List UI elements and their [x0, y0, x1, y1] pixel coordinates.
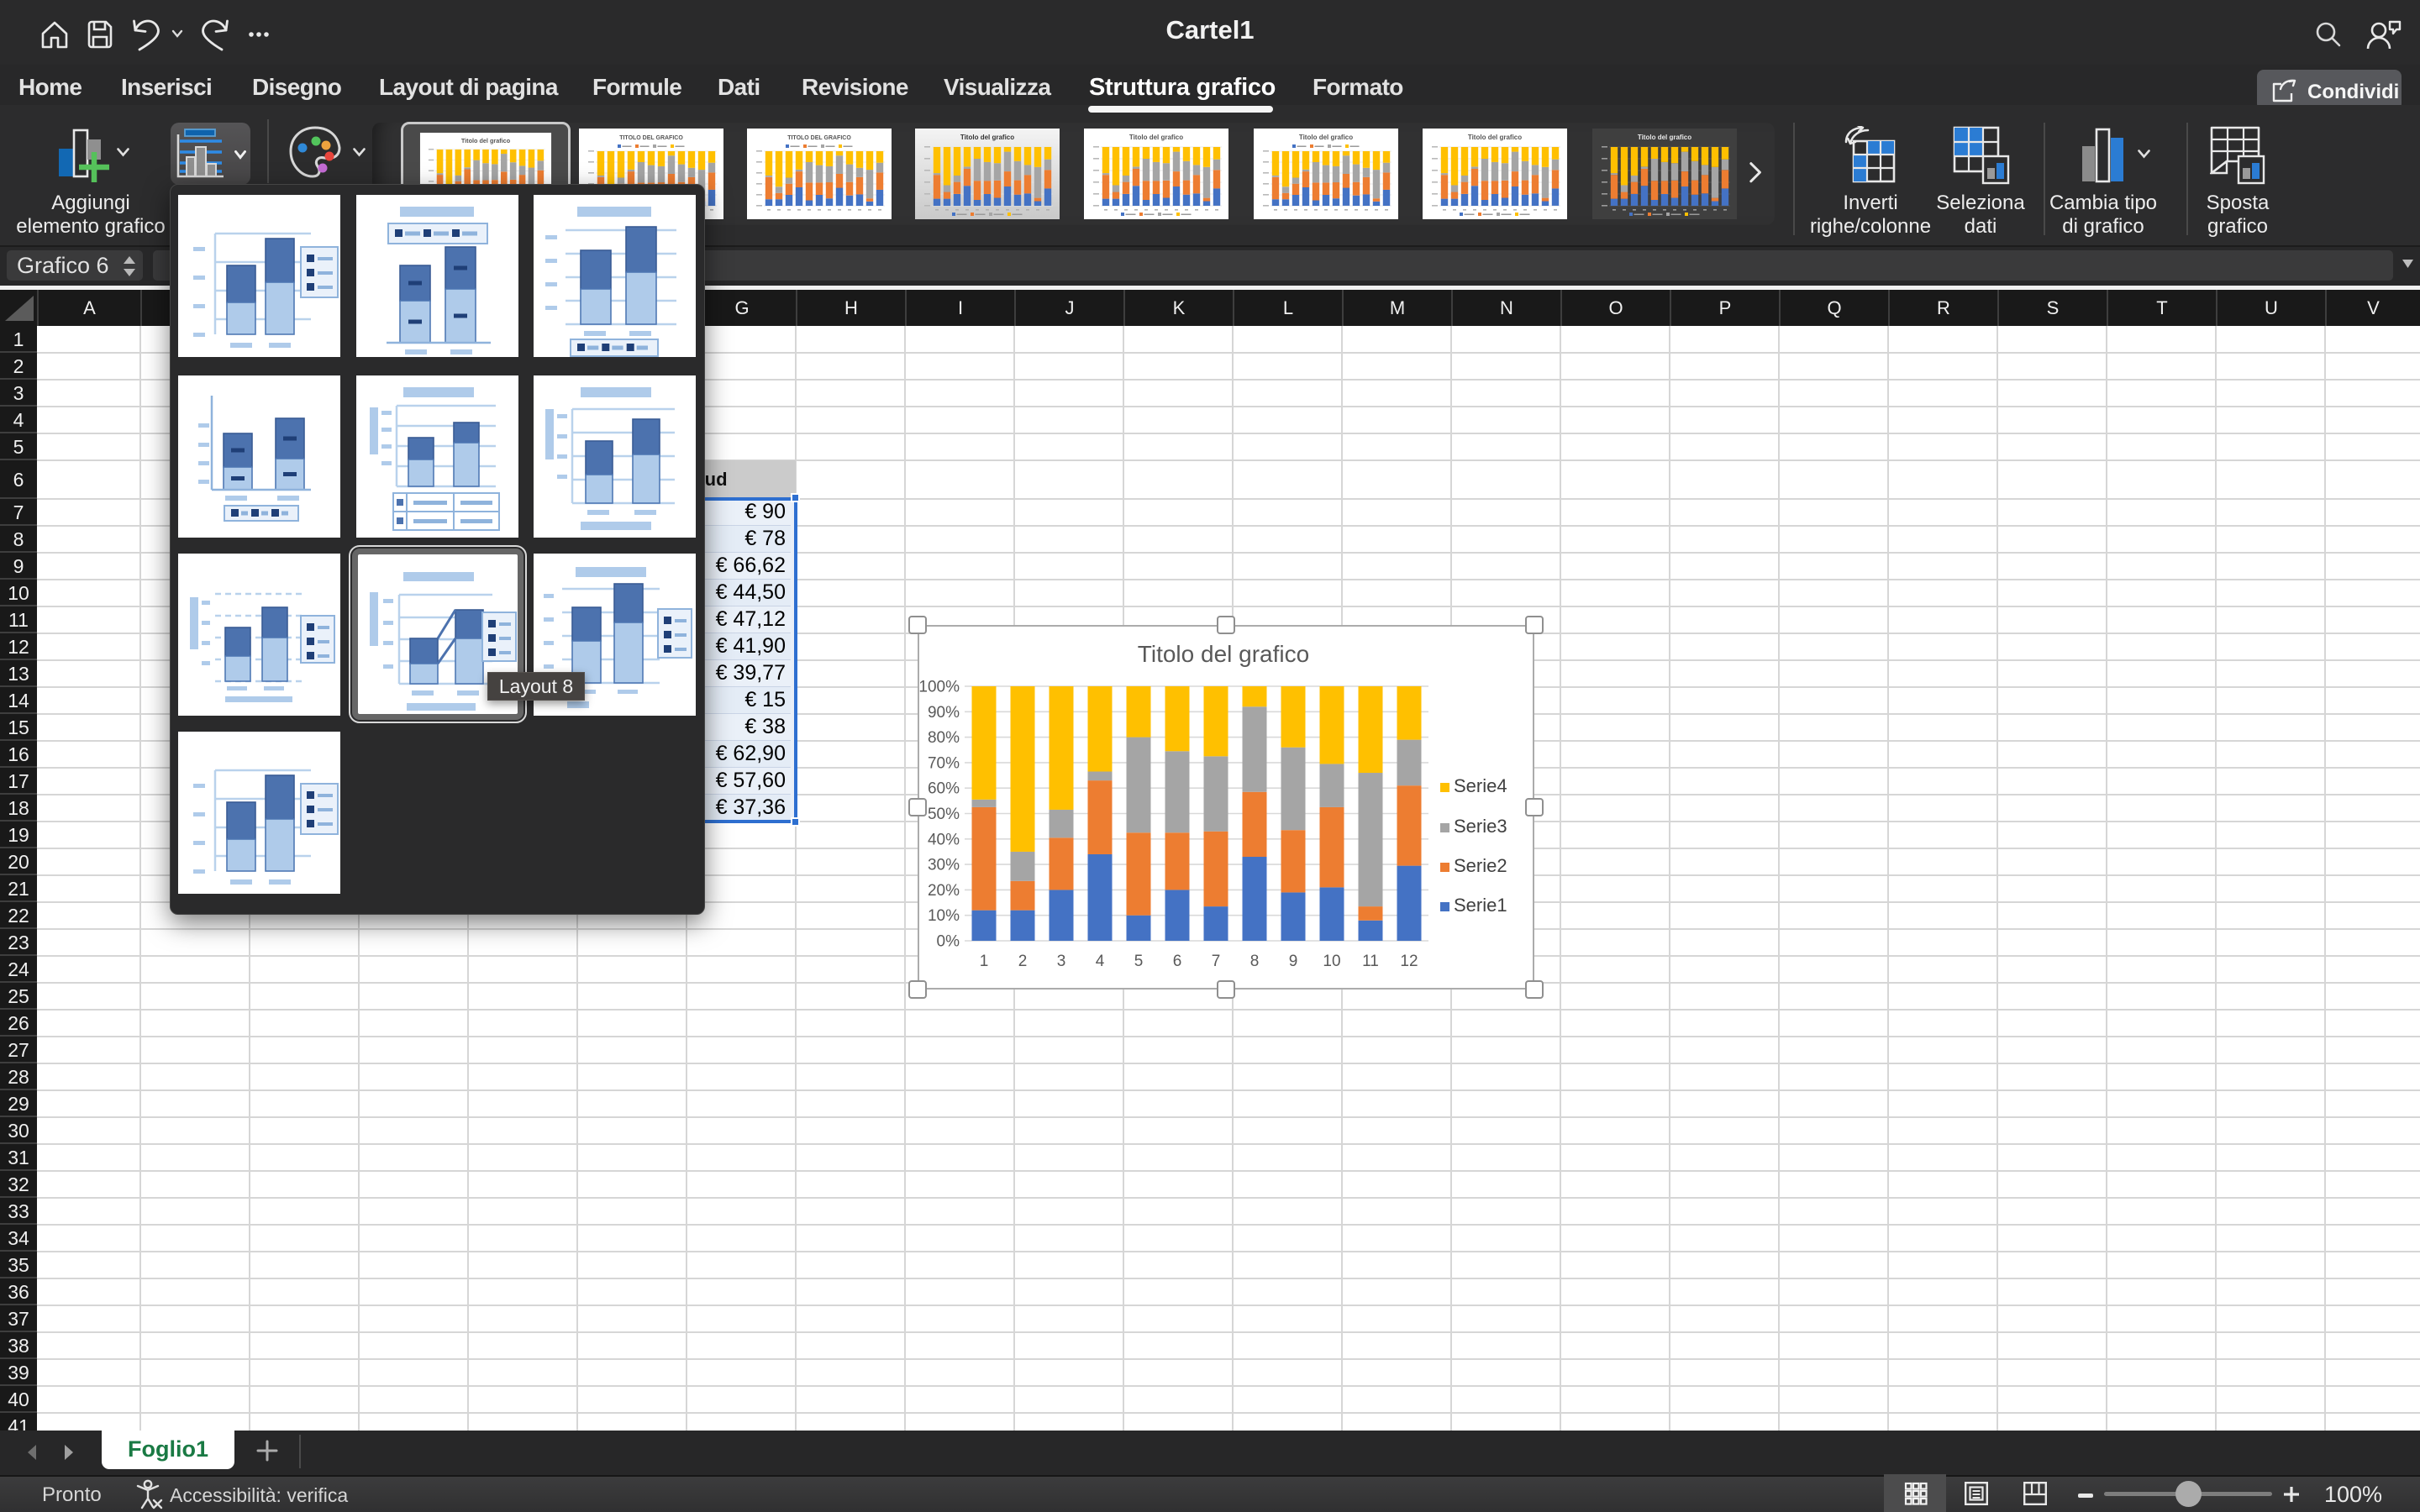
- svg-text:10: 10: [1323, 953, 1340, 970]
- svg-text:TITOLO DEL GRAFICO: TITOLO DEL GRAFICO: [787, 135, 851, 141]
- svg-text:30%: 30%: [928, 857, 960, 874]
- svg-text:Titolo del grafico: Titolo del grafico: [1299, 134, 1353, 141]
- svg-text:Titolo del grafico: Titolo del grafico: [1129, 134, 1183, 141]
- svg-text:8: 8: [1250, 953, 1260, 970]
- svg-text:9: 9: [1289, 953, 1298, 970]
- svg-text:50%: 50%: [928, 806, 960, 823]
- svg-text:Titolo del grafico: Titolo del grafico: [1468, 134, 1522, 141]
- svg-text:Serie4: Serie4: [1454, 775, 1507, 796]
- svg-text:60%: 60%: [928, 780, 960, 798]
- svg-text:0%: 0%: [937, 933, 960, 951]
- svg-text:Titolo del grafico: Titolo del grafico: [1638, 134, 1691, 141]
- svg-text:80%: 80%: [928, 729, 960, 747]
- svg-text:Serie2: Serie2: [1454, 855, 1507, 876]
- svg-text:11: 11: [1362, 953, 1379, 970]
- svg-text:7: 7: [1212, 953, 1221, 970]
- svg-text:Serie3: Serie3: [1454, 816, 1507, 837]
- svg-text:Serie1: Serie1: [1454, 895, 1507, 916]
- svg-text:70%: 70%: [928, 754, 960, 772]
- svg-text:2: 2: [1018, 953, 1028, 970]
- svg-text:4: 4: [1096, 953, 1105, 970]
- svg-text:Titolo del grafico: Titolo del grafico: [1138, 641, 1309, 667]
- svg-text:6: 6: [1173, 953, 1182, 970]
- svg-text:40%: 40%: [928, 831, 960, 848]
- svg-text:Titolo del grafico: Titolo del grafico: [461, 137, 511, 144]
- svg-text:20%: 20%: [928, 882, 960, 900]
- svg-text:1: 1: [980, 953, 989, 970]
- svg-text:10%: 10%: [928, 907, 960, 925]
- svg-text:Titolo del grafico: Titolo del grafico: [960, 134, 1014, 141]
- svg-text:TITOLO DEL GRAFICO: TITOLO DEL GRAFICO: [619, 135, 683, 141]
- svg-text:12: 12: [1400, 953, 1418, 970]
- svg-text:90%: 90%: [928, 704, 960, 722]
- svg-text:5: 5: [1134, 953, 1144, 970]
- svg-text:3: 3: [1057, 953, 1066, 970]
- svg-text:100%: 100%: [919, 679, 960, 696]
